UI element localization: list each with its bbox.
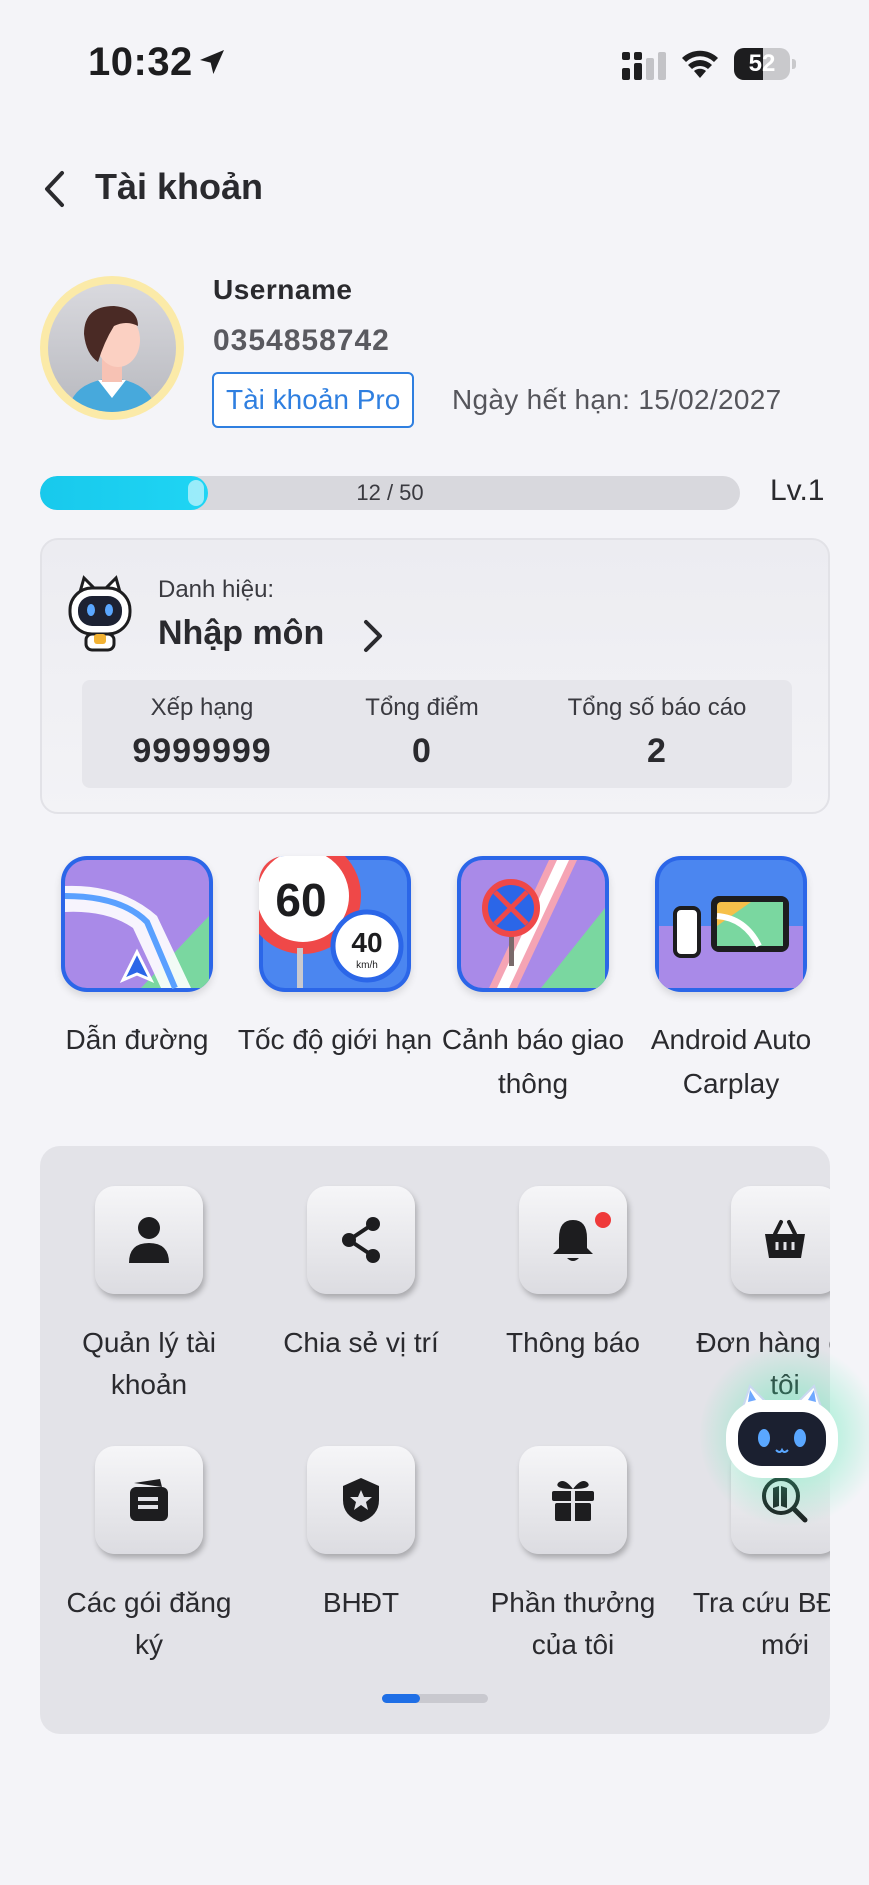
menu-label: Chia sẻ vị trí [283,1327,439,1358]
notification-dot [595,1212,611,1228]
menu-label: BHĐT [322,1587,400,1618]
wifi-icon [682,50,718,78]
feature-label: Tốc độ giới hạn [237,1024,433,1055]
menu-label: Quản lý tài khoản [82,1327,216,1400]
stat-value: 9999999 [132,732,272,770]
title-value[interactable]: Nhập môn [158,614,324,653]
avatar[interactable] [40,276,184,420]
feature-label: Android Auto Carplay [650,1024,812,1099]
menu-item-my-rewards[interactable]: Phần thưởng của tôi [473,1446,673,1666]
status-time: 10:32 [88,40,193,84]
speed-limit-icon: 60 40 km/h [259,856,411,992]
stat-value: 0 [412,732,432,770]
progress-text: 12 / 50 [356,480,424,505]
menu-item-share-location[interactable]: Chia sẻ vị trí [261,1186,461,1364]
stat-total-points: Tổng điểm 0 [312,694,532,771]
rank-card: Danh hiệu: Nhập môn Xếp hạng 9999999 Tổn… [40,538,830,814]
username: Username [213,274,353,305]
chevron-left-icon [45,171,64,207]
feature-label: Cảnh báo giao thông [441,1024,625,1099]
account-type-badge[interactable]: Tài khoản Pro [212,372,415,428]
menu-label: Thông báo [506,1327,640,1358]
menu-item-subscriptions[interactable]: Các gói đăng ký [49,1446,249,1666]
gift-icon [519,1446,627,1554]
speed-limit-small: 40 [351,927,382,958]
user-icon [95,1186,203,1294]
speed-limit-big: 60 [275,874,326,926]
stat-label: Xếp hạng [150,694,254,721]
feature-android-auto-carplay[interactable]: Android Auto Carplay [631,856,831,1106]
person-avatar-icon [68,306,156,412]
traffic-warning-icon [457,856,609,992]
basket-icon [731,1186,830,1294]
stat-total-reports: Tổng số báo cáo 2 [532,694,782,771]
phone-number: 0354858742 [213,324,390,357]
level-label: Lv.1 [770,474,825,507]
menu-label: Các gói đăng ký [66,1587,232,1660]
bell-icon [519,1186,627,1294]
navigation-map-icon [61,856,213,992]
android-auto-carplay-icon [655,856,807,992]
page-indicator-active [382,1694,420,1703]
assistant-bot-icon[interactable] [720,1376,844,1492]
stat-value: 2 [647,732,667,770]
wallet-icon [95,1446,203,1554]
stat-label: Tổng điểm [365,694,479,721]
menu-label: Tra cứu BĐHC mới [692,1587,830,1660]
shield-star-icon [307,1446,415,1554]
expiry-date: Ngày hết hạn: 15/02/2027 [452,384,782,415]
status-bar: 10:32 52 [0,0,869,120]
speed-unit: km/h [356,960,378,971]
menu-item-notifications[interactable]: Thông báo [473,1186,673,1364]
back-button[interactable] [32,164,76,214]
page-title: Tài khoản [95,166,264,207]
menu-item-bhdt[interactable]: BHĐT [261,1446,461,1624]
battery-indicator: 52 [734,48,796,80]
menu-item-account-management[interactable]: Quản lý tài khoản [49,1186,249,1406]
stat-rank: Xếp hạng 9999999 [82,694,322,771]
page-indicator [382,1694,488,1703]
menu-label: Phần thưởng của tôi [490,1587,656,1660]
title-caption: Danh hiệu: [158,576,275,603]
chevron-right-icon[interactable] [358,618,388,654]
stats-row: Xếp hạng 9999999 Tổng điểm 0 Tổng số báo… [82,680,792,788]
feature-traffic-warning[interactable]: Cảnh báo giao thông [433,856,633,1106]
feature-navigation[interactable]: Dẫn đường [37,856,237,1062]
share-icon [307,1186,415,1294]
robot-mascot-icon [68,575,132,652]
cellular-signal-icon [622,52,666,80]
feature-label: Dẫn đường [65,1024,209,1055]
battery-percent: 52 [748,50,776,77]
level-progress-bar: 12 / 50 [40,476,740,510]
feature-speed-limit[interactable]: 60 40 km/h Tốc độ giới hạn [235,856,435,1062]
location-arrow-icon [200,50,224,74]
stat-label: Tổng số báo cáo [567,694,747,721]
